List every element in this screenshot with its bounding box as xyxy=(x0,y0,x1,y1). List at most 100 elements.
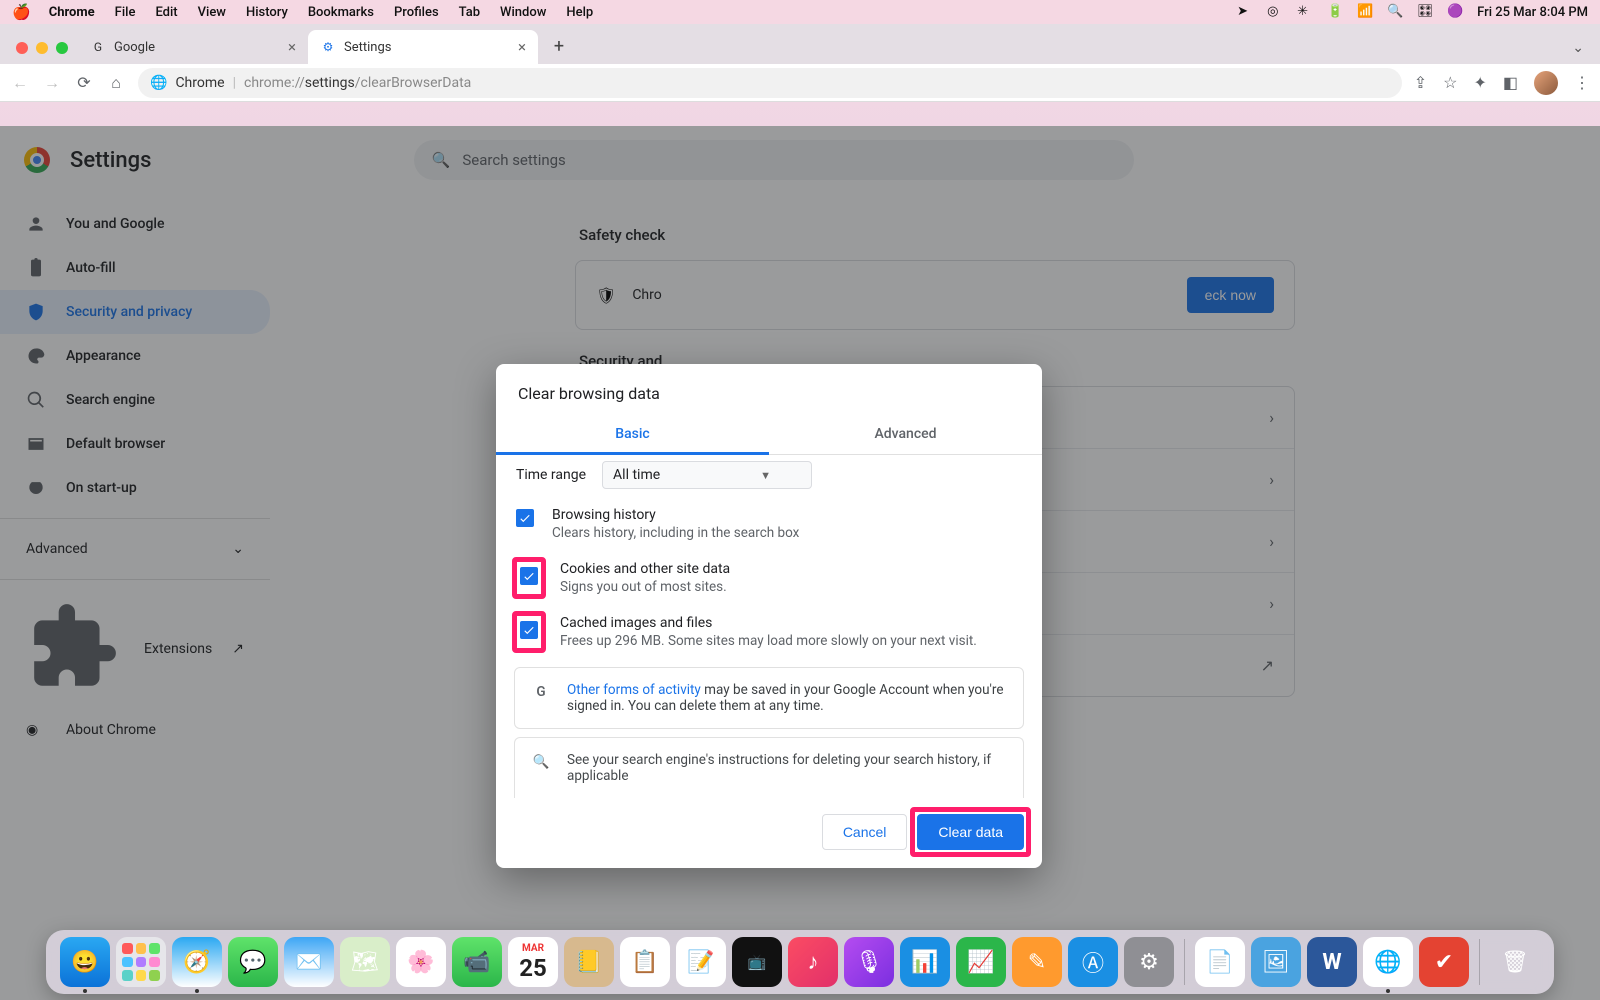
url-text: chrome://settings/clearBrowserData xyxy=(244,75,471,91)
status-control-center-icon[interactable]: 🎛 xyxy=(1417,4,1433,20)
cancel-button[interactable]: Cancel xyxy=(822,814,908,850)
reload-button[interactable]: ⟳ xyxy=(74,73,94,93)
clear-data-button[interactable]: Clear data xyxy=(917,814,1024,850)
sidepanel-button[interactable]: ◧ xyxy=(1503,73,1518,92)
status-siri-icon[interactable]: 🟣 xyxy=(1447,4,1463,20)
dock-textedit[interactable]: 📄 xyxy=(1195,937,1245,987)
dock-numbers[interactable]: 📈 xyxy=(956,937,1006,987)
dock-system-preferences[interactable]: ⚙ xyxy=(1124,937,1174,987)
dock-appstore[interactable]: Ⓐ xyxy=(1068,937,1118,987)
option-cookies[interactable]: Cookies and other site data Signs you ou… xyxy=(514,551,1024,605)
dock-word[interactable]: W xyxy=(1307,937,1357,987)
dock-notes[interactable]: 📝 xyxy=(676,937,726,987)
tab-overflow-button[interactable]: ⌄ xyxy=(1572,40,1584,56)
home-button[interactable]: ⌂ xyxy=(106,73,126,93)
tab-google[interactable]: G Google × xyxy=(78,30,308,64)
dock-maps[interactable]: 🗺 xyxy=(340,937,390,987)
macos-menubar: 🍎 Chrome File Edit View History Bookmark… xyxy=(0,0,1600,24)
maximize-window-button[interactable] xyxy=(56,42,68,54)
option-title: Cookies and other site data xyxy=(560,561,730,577)
dock-reminders[interactable]: 📋 xyxy=(620,937,670,987)
dock-facetime[interactable]: 📹 xyxy=(452,937,502,987)
info-search-engine: 🔍 See your search engine's instructions … xyxy=(514,737,1024,798)
settings-page: Settings 🔍 Search settings You and Googl… xyxy=(0,126,1600,1000)
menu-help[interactable]: Help xyxy=(556,5,603,20)
close-tab-button[interactable]: × xyxy=(288,38,296,56)
option-sub: Clears history, including in the search … xyxy=(552,525,799,541)
dock-messages[interactable]: 💬 xyxy=(228,937,278,987)
menu-edit[interactable]: Edit xyxy=(145,5,187,20)
google-g-icon: G xyxy=(531,682,551,702)
apple-menu-icon[interactable]: 🍎 xyxy=(12,3,31,21)
status-grammarly-icon[interactable]: ◎ xyxy=(1267,4,1283,20)
site-info-icon[interactable]: 🌐 xyxy=(150,75,167,91)
bookmark-button[interactable]: ☆ xyxy=(1443,73,1457,92)
dock-mail[interactable]: ✉️ xyxy=(284,937,334,987)
clear-browsing-data-dialog: Clear browsing data Basic Advanced Time … xyxy=(496,364,1042,868)
status-spotlight-icon[interactable]: 🔍 xyxy=(1387,4,1403,20)
dialog-title: Clear browsing data xyxy=(496,364,1042,413)
menu-file[interactable]: File xyxy=(105,5,146,20)
google-favicon-icon: G xyxy=(90,39,106,55)
checkbox-cookies[interactable] xyxy=(520,567,538,585)
dock-music[interactable]: ♪ xyxy=(788,937,838,987)
time-range-select[interactable]: All time ▼ xyxy=(602,461,812,489)
tab-label: Settings xyxy=(344,40,391,55)
chrome-window: G Google × ⚙ Settings × + ⌄ ← → ⟳ ⌂ 🌐 Ch… xyxy=(0,24,1600,1000)
dock-podcasts[interactable]: 🎙 xyxy=(844,937,894,987)
status-bluetooth-icon[interactable]: ✳︎ xyxy=(1297,4,1313,20)
app-menu[interactable]: Chrome xyxy=(39,5,105,20)
dock-finder[interactable]: 😀 xyxy=(60,937,110,987)
option-sub: Signs you out of most sites. xyxy=(560,579,730,595)
dock-preview[interactable]: 🖼 xyxy=(1251,937,1301,987)
menu-history[interactable]: History xyxy=(236,5,298,20)
calendar-month: MAR xyxy=(522,943,544,954)
close-tab-button[interactable]: × xyxy=(518,38,526,56)
checkbox-cached[interactable] xyxy=(520,621,538,639)
option-browsing-history[interactable]: Browsing history Clears history, includi… xyxy=(514,497,1024,551)
close-window-button[interactable] xyxy=(16,42,28,54)
dock-chrome[interactable]: 🌐 xyxy=(1363,937,1413,987)
calendar-day: 25 xyxy=(519,954,547,982)
address-bar[interactable]: 🌐 Chrome | chrome://settings/clearBrowse… xyxy=(138,68,1402,98)
extensions-button[interactable]: ✦ xyxy=(1473,73,1486,92)
status-todoist-icon[interactable]: ➤ xyxy=(1237,4,1253,20)
menu-window[interactable]: Window xyxy=(490,5,556,20)
dock-keynote[interactable]: 📊 xyxy=(900,937,950,987)
tab-settings[interactable]: ⚙ Settings × xyxy=(308,30,538,64)
chevron-down-icon: ▼ xyxy=(760,469,771,482)
status-battery-icon[interactable]: 🔋 xyxy=(1327,4,1343,20)
option-cached[interactable]: Cached images and files Frees up 296 MB.… xyxy=(514,605,1024,659)
dock-tv[interactable]: 📺 xyxy=(732,937,782,987)
dock: 😀 🧭 💬 ✉️ 🗺 🌸 📹 MAR25 📒 📋 📝 📺 ♪ 🎙 📊 📈 ✎ Ⓐ… xyxy=(0,930,1600,994)
minimize-window-button[interactable] xyxy=(36,42,48,54)
profile-avatar[interactable] xyxy=(1534,71,1558,95)
tab-basic[interactable]: Basic xyxy=(496,413,769,454)
other-activity-link[interactable]: Other forms of activity xyxy=(567,682,701,698)
menu-tab[interactable]: Tab xyxy=(449,5,490,20)
forward-button[interactable]: → xyxy=(42,73,62,93)
dock-trash[interactable]: 🗑 xyxy=(1490,937,1540,987)
menu-profiles[interactable]: Profiles xyxy=(384,5,449,20)
time-range-label: Time range xyxy=(516,467,586,483)
new-tab-button[interactable]: + xyxy=(544,31,574,61)
menubar-clock[interactable]: Fri 25 Mar 8:04 PM xyxy=(1477,5,1588,20)
dock-pages[interactable]: ✎ xyxy=(1012,937,1062,987)
chrome-menu-button[interactable]: ⋮ xyxy=(1574,73,1590,92)
dock-launchpad[interactable] xyxy=(116,937,166,987)
dock-todoist[interactable]: ✔ xyxy=(1419,937,1469,987)
menu-view[interactable]: View xyxy=(188,5,236,20)
dock-contacts[interactable]: 📒 xyxy=(564,937,614,987)
option-title: Cached images and files xyxy=(560,615,977,631)
back-button[interactable]: ← xyxy=(10,73,30,93)
dock-calendar[interactable]: MAR25 xyxy=(508,937,558,987)
info-google-account: G Other forms of activity may be saved i… xyxy=(514,667,1024,729)
menu-bookmarks[interactable]: Bookmarks xyxy=(298,5,384,20)
tab-advanced[interactable]: Advanced xyxy=(769,413,1042,454)
checkbox-browsing-history[interactable] xyxy=(516,509,534,527)
dock-photos[interactable]: 🌸 xyxy=(396,937,446,987)
dock-safari[interactable]: 🧭 xyxy=(172,937,222,987)
share-button[interactable]: ⇪ xyxy=(1414,73,1427,92)
site-label: Chrome xyxy=(175,75,224,91)
status-wifi-icon[interactable]: 📶 xyxy=(1357,4,1373,20)
